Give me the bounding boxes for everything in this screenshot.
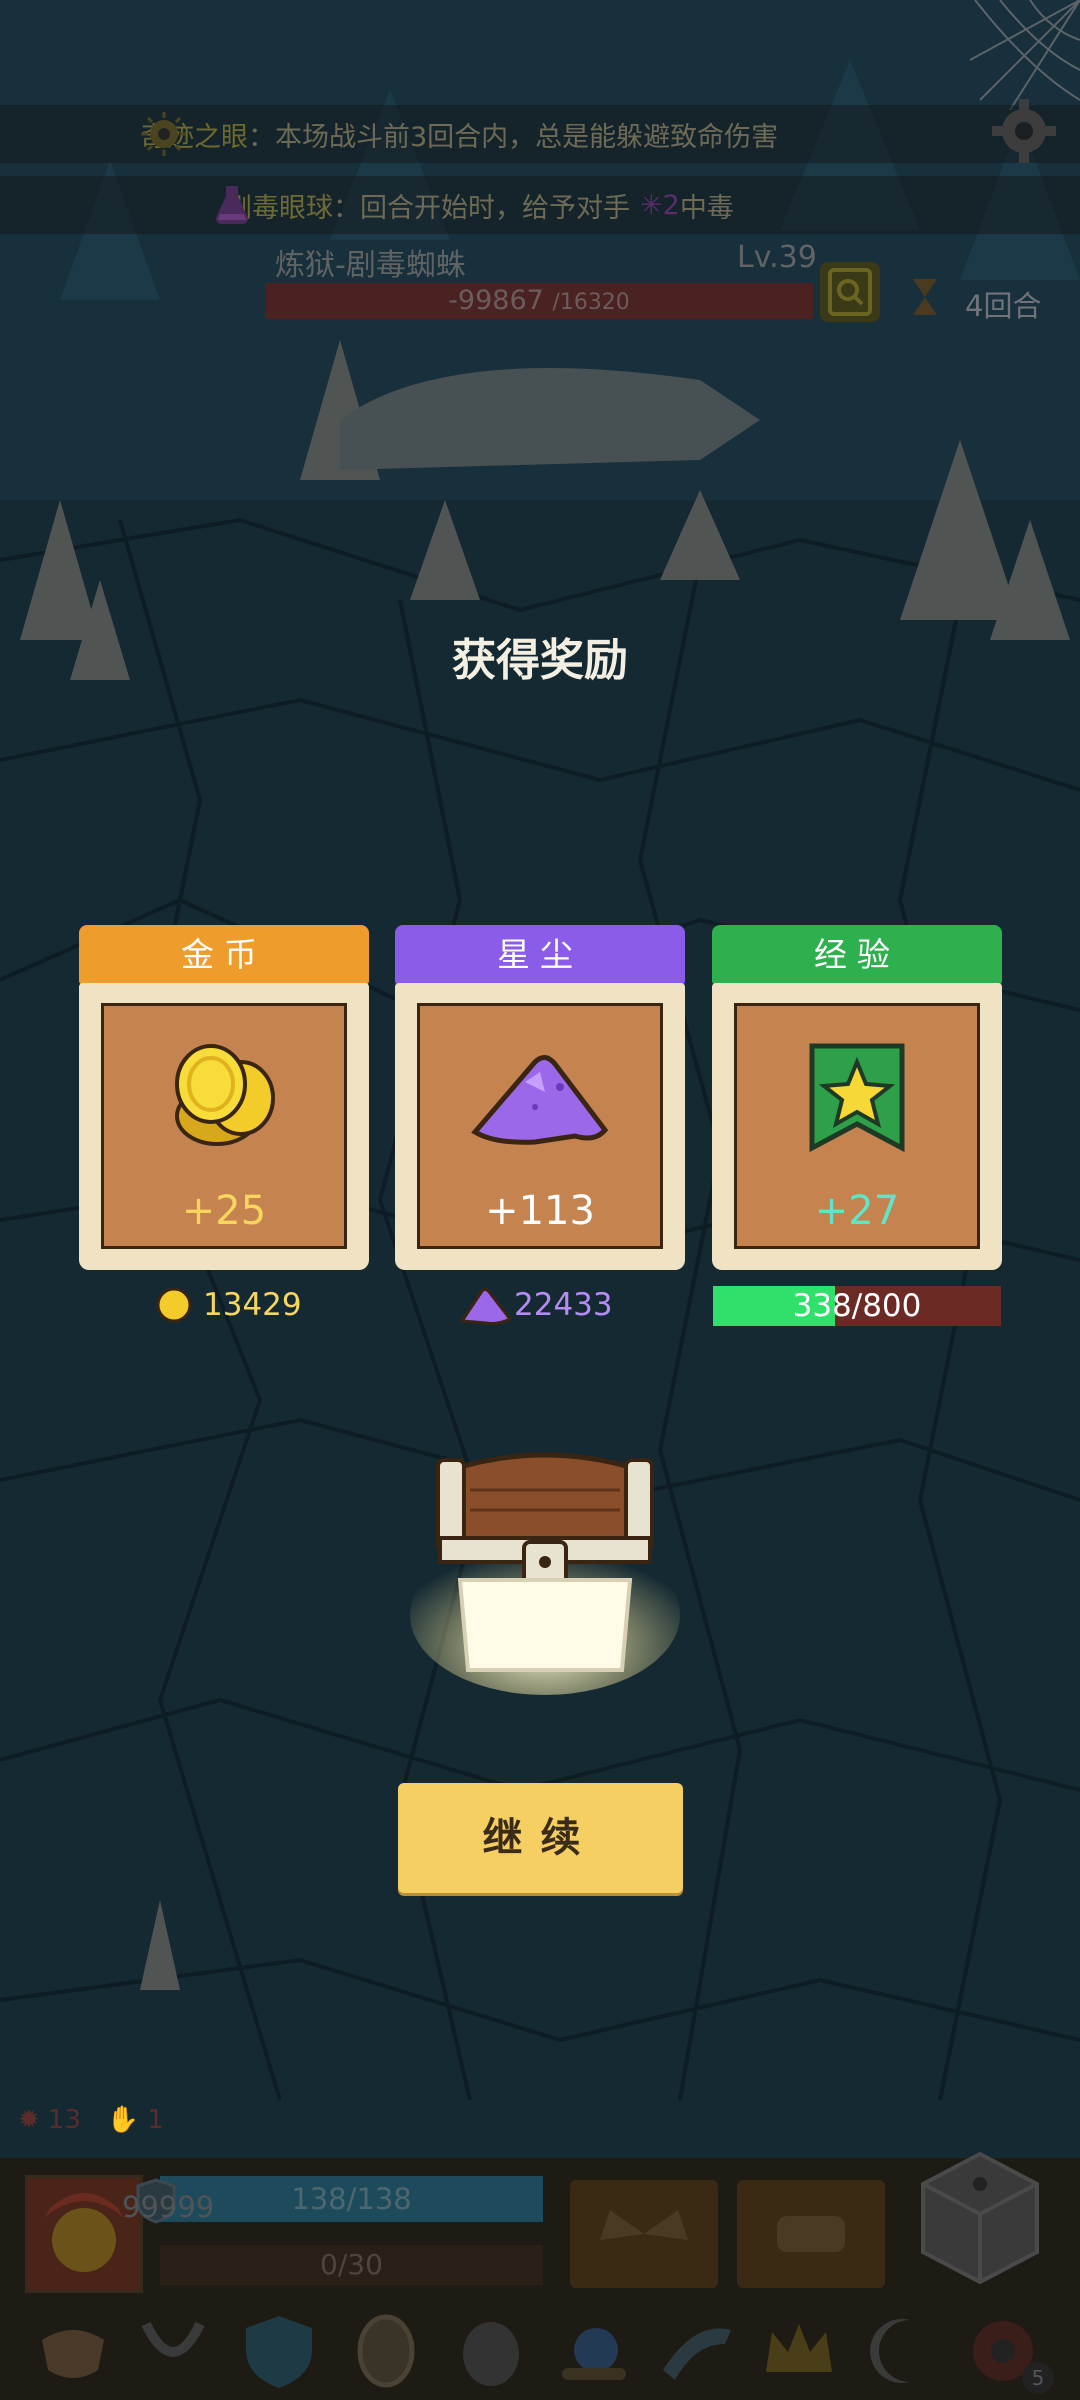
star-banner-icon — [809, 1043, 905, 1153]
enemy-hp-text: -99867 /16320 — [265, 283, 813, 319]
gold-total-value: 13429 — [203, 1287, 302, 1323]
card-inner: +27 — [734, 1003, 980, 1249]
skill-slot-2[interactable] — [737, 2180, 885, 2288]
stardust-total-value: 22433 — [514, 1287, 613, 1323]
card-body: +113 — [395, 983, 685, 1270]
claw-icon: ✋ — [106, 2105, 140, 2135]
hero-shield-bar: 0/30 — [160, 2245, 543, 2285]
mirror-icon[interactable] — [345, 2310, 427, 2392]
scroll-icon — [777, 2216, 845, 2252]
hero-shield-text: 0/30 — [320, 2248, 383, 2281]
card-body: +27 — [712, 983, 1002, 1270]
status-value: 1 — [147, 2105, 164, 2135]
cobweb-decoration — [970, 0, 1080, 110]
stardust-pile-icon — [471, 1055, 609, 1145]
reward-card-stardust: 星尘 +113 — [395, 925, 685, 1270]
continue-button[interactable]: 继续 — [398, 1783, 683, 1893]
stardust-total: 22433 — [458, 1285, 613, 1325]
round-counter: 4回合 — [965, 289, 1042, 323]
enemy-hp-current: -99867 — [448, 285, 544, 316]
egg-icon[interactable] — [450, 2310, 532, 2392]
enemy-hp-bar: -99867 /16320 — [265, 283, 813, 319]
hero-hp-bar: 138/138 — [160, 2176, 543, 2222]
card-body: +25 — [79, 983, 369, 1270]
stardust-pile-icon — [459, 1287, 513, 1325]
hero-hp-text: 138/138 — [291, 2182, 412, 2216]
buff-desc: ：本场战斗前3回合内，总是能躲避致命伤害 — [248, 121, 779, 153]
card-header: 经验 — [712, 925, 1002, 985]
potion-icon — [216, 186, 248, 224]
snail-icon[interactable] — [552, 2310, 634, 2392]
horn-icon[interactable] — [655, 2310, 737, 2392]
buff-row-2: 剧毒眼球 ：回合开始时，给予对手 ✳ 2 中毒 — [0, 176, 1080, 234]
enemy-level: Lv.39 — [737, 240, 817, 275]
gold-total: 13429 — [155, 1285, 302, 1325]
buff-count: 2 — [662, 189, 680, 221]
poison-icon: ✳ — [640, 189, 663, 221]
skill-slot-1[interactable] — [570, 2180, 718, 2288]
shield-crest-icon[interactable] — [238, 2310, 320, 2392]
treasure-chest-icon[interactable] — [410, 1430, 680, 1700]
burn-icon: ✹ — [18, 2105, 40, 2135]
eye-sun-icon — [142, 112, 186, 156]
buff-effect: 中毒 — [679, 192, 734, 224]
reward-value: +25 — [181, 1188, 267, 1234]
necklace-icon[interactable] — [132, 2310, 214, 2392]
hourglass-icon — [913, 279, 937, 315]
inspect-button[interactable] — [820, 262, 880, 322]
reward-card-exp: 经验 +27 — [712, 925, 1002, 1270]
status-effects: ✹ 13 ✋ 1 — [18, 2105, 164, 2135]
dice-icon[interactable] — [915, 2148, 1045, 2288]
reward-value: +27 — [814, 1188, 900, 1234]
gear-icon[interactable] — [988, 95, 1060, 167]
card-inner: +25 — [101, 1003, 347, 1249]
reward-card-gold: 金币 +25 — [79, 925, 369, 1270]
moon-star-icon[interactable] — [860, 2310, 942, 2392]
buff-desc: ：回合开始时，给予对手 — [333, 192, 630, 224]
hero-shield-value: 99999 — [122, 2190, 215, 2224]
card-inner: +113 — [417, 1003, 663, 1249]
magnifier-icon — [828, 268, 872, 316]
reward-value: +113 — [485, 1188, 595, 1234]
status-value: 13 — [47, 2105, 81, 2135]
exp-progress-bar: 338/800 — [713, 1286, 1001, 1326]
enemy-name: 炼狱-剧毒蜘蛛 — [275, 248, 466, 283]
card-header: 星尘 — [395, 925, 685, 985]
coin-icon — [175, 1044, 275, 1146]
mask-icon[interactable] — [32, 2310, 114, 2392]
enemy-hp-max: /16320 — [552, 290, 630, 315]
reward-title: 获得奖励 — [452, 635, 628, 686]
coin-icon — [156, 1287, 192, 1323]
dice-count-badge: 5 — [1022, 2362, 1054, 2394]
wings-icon — [600, 2210, 688, 2240]
card-header: 金币 — [79, 925, 369, 985]
exp-progress-text: 338/800 — [792, 1288, 922, 1324]
crown-icon[interactable] — [758, 2310, 840, 2392]
